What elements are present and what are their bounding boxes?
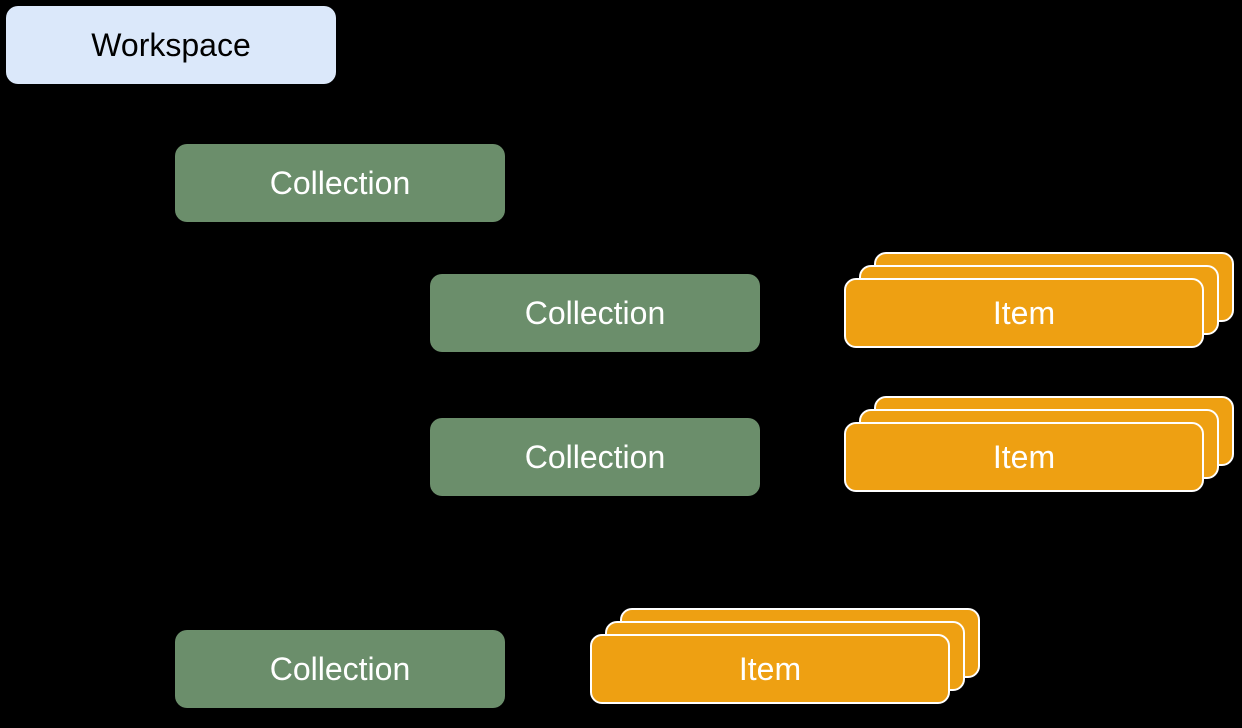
collection-node: Collection [175,144,505,222]
item-label: Item [993,439,1055,476]
collection-node: Collection [175,630,505,708]
item-label: Item [739,651,801,688]
collection-node: Collection [430,418,760,496]
item-stack: Item [590,608,980,704]
collection-label: Collection [525,439,666,476]
collection-label: Collection [270,165,411,202]
collection-label: Collection [270,651,411,688]
item-stack: Item [844,396,1234,492]
item-stack: Item [844,252,1234,348]
item-label: Item [993,295,1055,332]
collection-node: Collection [430,274,760,352]
workspace-node: Workspace [6,6,336,84]
item-card-front: Item [590,634,950,704]
collection-label: Collection [525,295,666,332]
item-card-front: Item [844,422,1204,492]
item-card-front: Item [844,278,1204,348]
workspace-label: Workspace [91,27,250,64]
